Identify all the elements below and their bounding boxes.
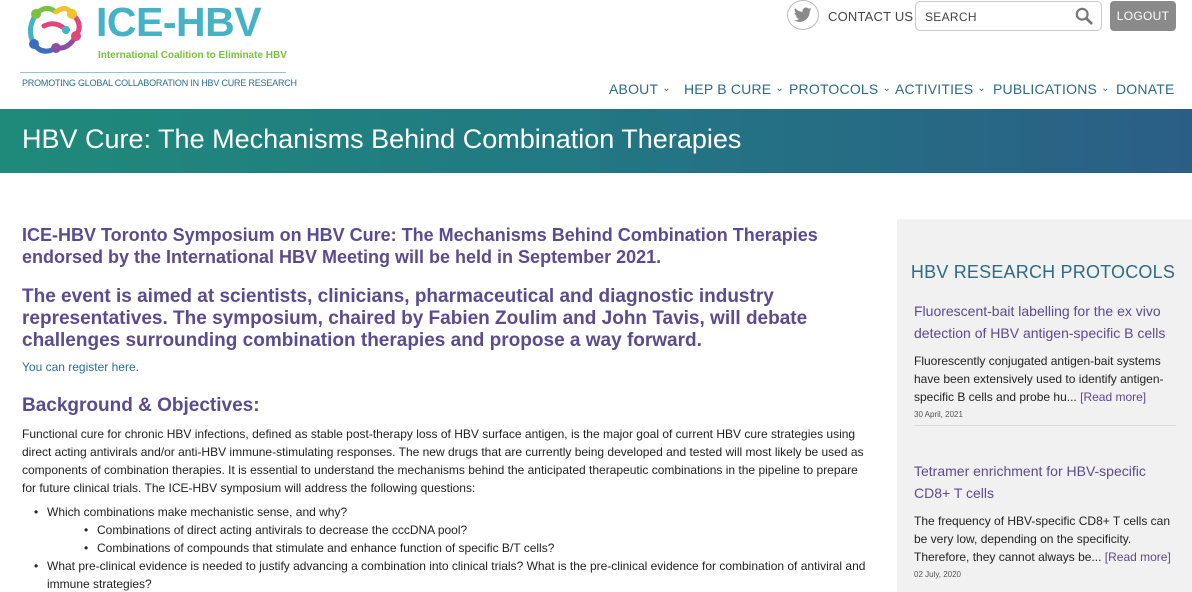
bullet-icon: •: [34, 559, 39, 573]
protocol-card-excerpt: Fluorescently conjugated antigen-bait sy…: [914, 352, 1176, 406]
twitter-button[interactable]: [787, 0, 819, 30]
background-paragraph: Functional cure for chronic HBV infectio…: [22, 427, 864, 495]
card-divider: [914, 425, 1176, 426]
bullet-icon: •: [84, 541, 89, 555]
logo-divider: [20, 72, 286, 73]
nav-label: DONATE: [1116, 81, 1175, 97]
nav-label: ACTIVITIES: [895, 81, 974, 97]
page-title: HBV Cure: The Mechanisms Behind Combinat…: [22, 124, 742, 154]
logo-tagline: PROMOTING GLOBAL COLLABORATION IN HBV CU…: [22, 78, 297, 88]
nav-label: PROTOCOLS: [789, 81, 879, 97]
logo-title: ICE-HBV: [96, 0, 262, 45]
protocol-card-title[interactable]: Fluorescent-bait labelling for the ex vi…: [914, 300, 1176, 344]
list-item: • Combinations of compounds that stimula…: [22, 539, 870, 557]
sidebar-title: HBV RESEARCH PROTOCOLS: [910, 262, 1176, 282]
protocol-card: Fluorescent-bait labelling for the ex vi…: [914, 300, 1176, 426]
bullet-icon: •: [84, 523, 89, 537]
read-more-link[interactable]: [Read more]: [1080, 390, 1146, 404]
chevron-down-icon: ⌄: [882, 82, 892, 94]
logo-mark-icon: [28, 6, 82, 54]
lead-paragraph-1: ICE-HBV Toronto Symposium on HBV Cure: T…: [22, 225, 818, 267]
contact-us-link[interactable]: CONTACT US: [828, 9, 913, 24]
nav-label: ABOUT: [609, 81, 659, 97]
protocol-card-excerpt: The frequency of HBV-specific CD8+ T cel…: [914, 512, 1176, 566]
questions-list: • Which combinations make mechanistic se…: [22, 503, 870, 592]
chevron-down-icon: ⌄: [1101, 82, 1110, 94]
nav-label: PUBLICATIONS: [993, 81, 1098, 97]
list-item: • What pre-clinical evidence is needed t…: [22, 557, 870, 592]
nav-item-donate[interactable]: DONATE: [1116, 80, 1175, 98]
logout-button[interactable]: LOGOUT: [1110, 1, 1176, 31]
nav-item-publications[interactable]: PUBLICATIONS ⌄: [993, 80, 1110, 98]
site-header: ICE-HBV International Coalition to Elimi…: [0, 0, 1192, 109]
chevron-down-icon: ⌄: [977, 82, 986, 94]
lead-paragraph-2: The event is aimed at scientists, clinic…: [22, 286, 808, 351]
search-input[interactable]: SEARCH: [915, 1, 1102, 31]
logo-subtitle: International Coalition to Eliminate HBV: [98, 50, 287, 61]
nav-item-protocols[interactable]: PROTOCOLS ⌄: [789, 80, 891, 98]
protocol-card-date: 02 July, 2020: [914, 570, 961, 579]
chevron-down-icon: ⌄: [775, 82, 784, 94]
protocol-card: Tetramer enrichment for HBV-specific CD8…: [914, 460, 1176, 579]
twitter-icon: [794, 7, 812, 22]
nav-label: HEP B CURE: [684, 81, 772, 97]
protocol-card-title[interactable]: Tetramer enrichment for HBV-specific CD8…: [914, 460, 1176, 504]
nav-item-hep-b-cure[interactable]: HEP B CURE ⌄: [684, 80, 784, 98]
list-item: • Which combinations make mechanistic se…: [22, 503, 870, 521]
chevron-down-icon: ⌄: [662, 82, 671, 94]
register-link[interactable]: You can register here.: [22, 360, 139, 374]
nav-item-about[interactable]: ABOUT ⌄: [609, 80, 671, 98]
sidebar-protocols: HBV RESEARCH PROTOCOLS Fluorescent-bait …: [897, 219, 1192, 592]
list-item-text: Combinations of compounds that stimulate…: [97, 541, 555, 555]
background-heading: Background & Objectives:: [22, 395, 260, 416]
list-item-text: What pre-clinical evidence is needed to …: [47, 559, 866, 591]
read-more-link[interactable]: [Read more]: [1105, 550, 1171, 564]
search-placeholder: SEARCH: [925, 10, 977, 24]
protocol-card-date: 30 April, 2021: [914, 410, 963, 419]
list-item-text: Combinations of direct acting antivirals…: [97, 523, 468, 537]
bullet-icon: •: [34, 505, 39, 519]
site-logo[interactable]: ICE-HBV International Coalition to Elimi…: [20, 0, 297, 92]
nav-item-activities[interactable]: ACTIVITIES ⌄: [895, 80, 986, 98]
list-item: • Combinations of direct acting antivira…: [22, 521, 870, 539]
search-icon[interactable]: [1075, 7, 1093, 25]
page-banner: HBV Cure: The Mechanisms Behind Combinat…: [0, 109, 1192, 173]
list-item-text: Which combinations make mechanistic sens…: [47, 505, 348, 519]
